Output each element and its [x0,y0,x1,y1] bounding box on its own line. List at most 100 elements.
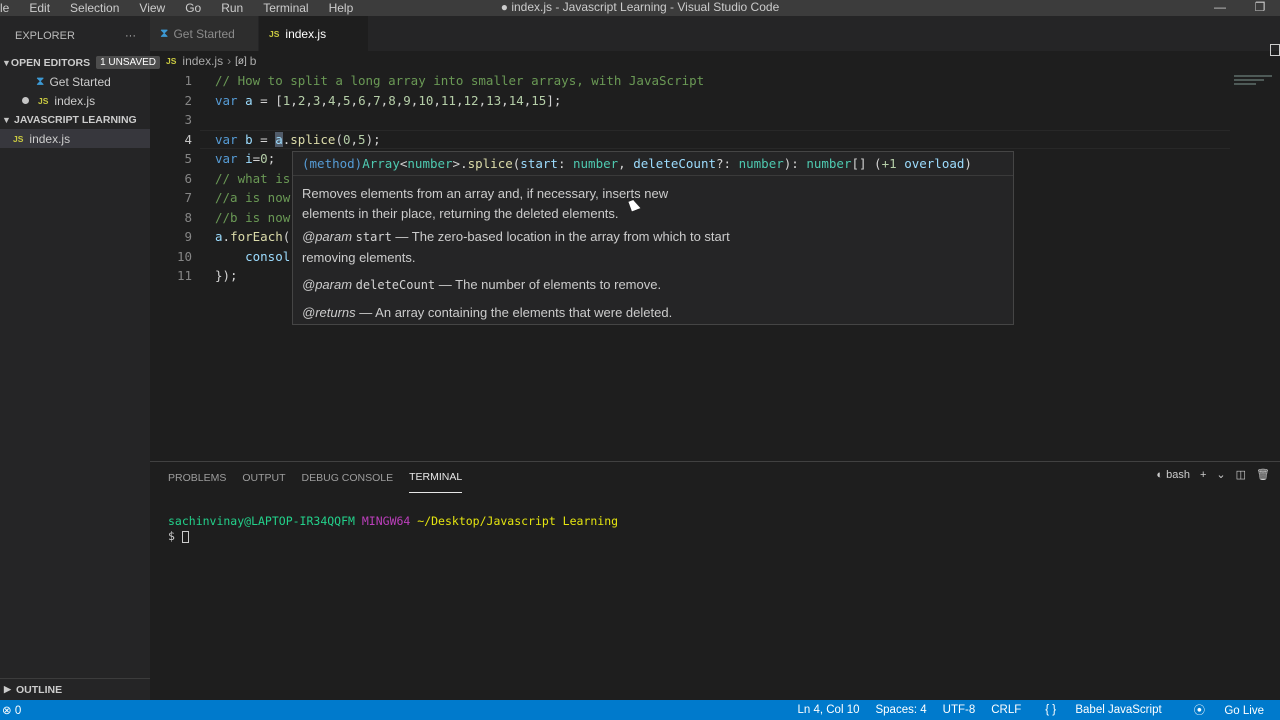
line-number: 7 [184,190,192,206]
line-ending[interactable]: CRLF [983,704,1029,716]
braces-icon: { } [1045,704,1057,716]
terminal-env: MINGW64 [361,514,411,528]
terminal-output[interactable]: sachinvinay@LAPTOP-IR34QQFM MINGW64 ~/De… [168,514,618,544]
language-mode[interactable]: { } Babel JavaScript [1029,704,1177,716]
open-editor-label: index.js [54,93,96,108]
code-text: // what is [215,170,291,186]
language-label: Babel JavaScript [1075,704,1162,716]
menu-selection[interactable]: Selection [60,1,129,15]
explorer-sidebar: EXPLORER ··· ▼ OPEN EDITORS 1 UNSAVED ⧗ … [0,16,161,700]
returns-info: @returns — An array containing the eleme… [302,302,672,323]
line-number: 6 [184,170,192,186]
menu-terminal[interactable]: Terminal [253,1,318,15]
returns-tag: @returns [302,305,356,320]
trash-icon[interactable]: 🗑 [1256,468,1270,481]
panel-controls: ◐ bash + ⌄ ◫ 🗑 [1156,468,1270,482]
code-text: var b = a.splice(0,5); [215,131,381,147]
window-controls: — ❐ [1200,0,1280,14]
open-editors-section[interactable]: ▼ OPEN EDITORS 1 UNSAVED [0,53,161,72]
line-number: 4 [184,131,192,147]
go-live-button[interactable]: ⦿ Go Live [1178,702,1280,718]
cursor-position[interactable]: Ln 4, Col 10 [789,704,867,716]
param-tag: @param [302,277,353,292]
menu-view[interactable]: View [129,1,175,15]
param-tag: @param [302,229,353,244]
menu-bar: le Edit Selection View Go Run Terminal H… [0,0,363,16]
js-icon: JS [166,56,177,66]
terminal-user: sachinvinay@LAPTOP-IR34QQFM [168,514,355,528]
editor-tabs: ⧗ Get Started JS index.js [150,16,1280,56]
new-terminal-icon[interactable]: + [1200,469,1206,481]
indentation[interactable]: Spaces: 4 [867,704,934,716]
menu-run[interactable]: Run [211,1,253,15]
terminal-icon: ◐ [1156,468,1164,481]
open-editor-get-started[interactable]: ⧗ Get Started [0,72,150,91]
menu-edit[interactable]: Edit [19,1,60,15]
tab-label: index.js [285,26,327,41]
vscode-icon: ⧗ [36,74,45,88]
go-live-label: Go Live [1224,705,1264,717]
line-number: 8 [184,209,192,225]
problems-count[interactable]: ⊗ 0 [0,703,21,717]
param-name: deleteCount [355,278,436,292]
vscode-icon: ⧗ [160,26,169,40]
tab-index-js[interactable]: JS index.js [259,16,369,51]
terminal-cursor [181,530,189,543]
line-number: 3 [184,112,192,128]
method-description: Removes elements from an array and, if n… [302,186,669,221]
menu-file[interactable]: le [0,1,19,15]
minimize-button[interactable]: — [1200,0,1240,14]
tab-problems[interactable]: PROBLEMS [168,462,226,493]
more-actions-icon[interactable]: ··· [125,30,136,42]
file-label: index.js [29,131,71,146]
open-editor-index-js[interactable]: JS index.js [0,91,150,110]
unsaved-dot-icon[interactable] [22,97,29,104]
minimap[interactable] [1230,73,1280,93]
code-line[interactable]: 1 // How to split a long array into small… [150,71,1230,91]
title-bar: le Edit Selection View Go Run Terminal H… [0,0,1280,16]
code-line-current[interactable]: 4 var b = a.splice(0,5); [150,130,1230,150]
outline-section[interactable]: ▶ OUTLINE [0,678,150,700]
chevron-down-icon[interactable]: ⌄ [1216,468,1225,481]
hover-tooltip: (method) Array < number >. splice(start: num… [292,151,1014,325]
terminal-selector[interactable]: ◐ bash [1156,469,1190,481]
line-number: 11 [176,268,192,284]
param-name: start [355,230,392,244]
breadcrumb-file[interactable]: index.js [182,54,223,68]
js-icon: JS [38,95,49,106]
outline-label: OUTLINE [16,683,63,696]
line-number: 9 [184,229,192,245]
broadcast-icon: ⦿ [1193,705,1206,717]
returns-description: — An array containing the elements that … [355,305,673,320]
tab-debug-console[interactable]: DEBUG CONSOLE [302,462,394,493]
code-line[interactable]: 2 var a = [1,2,3,4,5,6,7,8,9,10,11,12,13,… [150,91,1230,111]
code-text: var i=0; [215,151,276,167]
tab-terminal[interactable]: TERMINAL [409,462,463,493]
bottom-panel: PROBLEMS OUTPUT DEBUG CONSOLE TERMINAL ◐… [150,461,1280,700]
split-terminal-icon[interactable]: ◫ [1236,468,1246,481]
menu-help[interactable]: Help [319,1,364,15]
code-text: // How to split a long array into smalle… [215,73,705,89]
tab-get-started[interactable]: ⧗ Get Started [150,16,259,51]
js-icon: JS [269,28,280,39]
code-text: var a = [1,2,3,4,5,6,7,8,9,10,11,12,13,1… [215,92,562,108]
panel-tabs: PROBLEMS OUTPUT DEBUG CONSOLE TERMINAL [150,462,1280,493]
project-section[interactable]: ▼ JAVASCRIPT LEARNING [0,110,150,129]
line-number: 2 [184,92,192,108]
tab-output[interactable]: OUTPUT [242,462,285,493]
line-number: 5 [184,151,192,167]
encoding[interactable]: UTF-8 [935,704,984,716]
param-description: — The number of elements to remove. [435,277,662,292]
breadcrumb-symbol[interactable]: b [250,54,257,68]
file-index-js[interactable]: JS index.js [0,129,150,148]
explorer-title: EXPLORER [15,30,75,42]
terminal-prompt: $ [168,529,175,543]
code-line[interactable]: 3 [150,110,1230,130]
open-editor-label: Get Started [49,74,111,89]
status-bar: ⊗ 0 Ln 4, Col 10 Spaces: 4 UTF-8 CRLF { … [0,700,1280,720]
menu-go[interactable]: Go [175,1,211,15]
method-signature: (method) Array < number >. splice(start: num… [293,152,1013,176]
restore-button[interactable]: ❐ [1240,0,1280,14]
code-text: //b is now [215,209,291,225]
param-deletecount: @param deleteCount — The number of eleme… [302,274,661,296]
